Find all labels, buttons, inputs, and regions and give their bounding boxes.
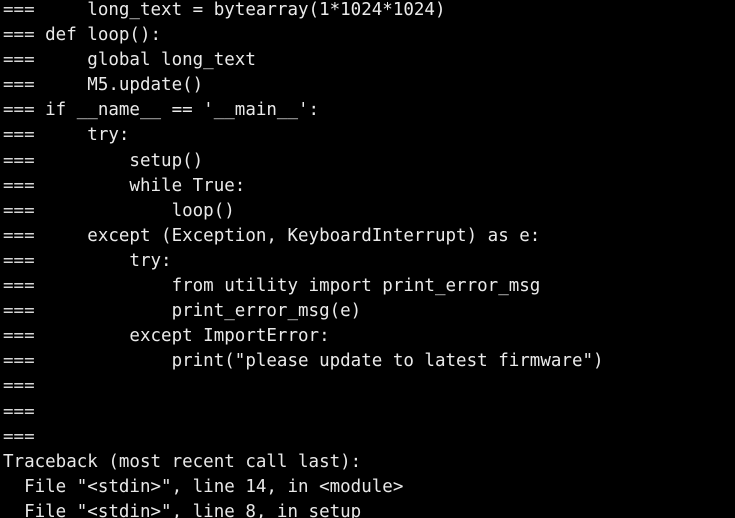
terminal-line: === def loop(): bbox=[0, 23, 735, 48]
continuation-prompt: === bbox=[3, 25, 35, 46]
echoed-source-text: if __name__ == '__main__': bbox=[34, 100, 320, 121]
terminal-line: Traceback (most recent call last): bbox=[0, 450, 735, 475]
terminal-line: File "<stdin>", line 8, in setup bbox=[0, 500, 735, 518]
terminal-line: === print("please update to latest firmw… bbox=[0, 349, 735, 374]
terminal-line: === setup() bbox=[0, 149, 735, 174]
terminal-line: === bbox=[0, 374, 735, 399]
continuation-prompt: === bbox=[3, 175, 35, 196]
terminal-line: === if __name__ == '__main__': bbox=[0, 98, 735, 123]
continuation-prompt: === bbox=[3, 351, 35, 372]
continuation-prompt: === bbox=[3, 150, 35, 171]
terminal-line: File "<stdin>", line 14, in <module> bbox=[0, 475, 735, 500]
terminal-line: === except ImportError: bbox=[0, 324, 735, 349]
terminal-line: === bbox=[0, 425, 735, 450]
terminal-line: === M5.update() bbox=[0, 73, 735, 98]
continuation-prompt: === bbox=[3, 401, 35, 422]
traceback-frame-text: File "<stdin>", line 14, in <module> bbox=[3, 476, 404, 497]
terminal-line: === try: bbox=[0, 249, 735, 274]
continuation-prompt: === bbox=[3, 50, 35, 71]
echoed-source-text: setup() bbox=[34, 150, 204, 171]
terminal-line: === try: bbox=[0, 123, 735, 148]
continuation-prompt: === bbox=[3, 200, 35, 221]
echoed-source-text: print("please update to latest firmware"… bbox=[34, 351, 604, 372]
continuation-prompt: === bbox=[3, 301, 35, 322]
terminal-line: === long_text = bytearray(1*1024*1024) bbox=[0, 0, 735, 23]
echoed-source-text: print_error_msg(e) bbox=[34, 301, 362, 322]
continuation-prompt: === bbox=[3, 276, 35, 297]
echoed-source-text: from utility import print_error_msg bbox=[34, 276, 541, 297]
echoed-source-text: loop() bbox=[34, 200, 235, 221]
continuation-prompt: === bbox=[3, 326, 35, 347]
terminal-line: === loop() bbox=[0, 199, 735, 224]
continuation-prompt: === bbox=[3, 426, 35, 447]
echoed-source-text: long_text = bytearray(1*1024*1024) bbox=[34, 0, 446, 20]
echoed-source-text: try: bbox=[34, 250, 172, 271]
echoed-source-text: def loop(): bbox=[34, 25, 162, 46]
echoed-source-text: except ImportError: bbox=[34, 326, 330, 347]
continuation-prompt: === bbox=[3, 0, 35, 20]
terminal-line: === from utility import print_error_msg bbox=[0, 274, 735, 299]
continuation-prompt: === bbox=[3, 250, 35, 271]
continuation-prompt: === bbox=[3, 125, 35, 146]
echoed-source-text: while True: bbox=[34, 175, 246, 196]
echoed-source-text: try: bbox=[34, 125, 130, 146]
continuation-prompt: === bbox=[3, 225, 35, 246]
continuation-prompt: === bbox=[3, 100, 35, 121]
terminal-line: === print_error_msg(e) bbox=[0, 299, 735, 324]
echoed-source-text: except (Exception, KeyboardInterrupt) as… bbox=[34, 225, 541, 246]
echoed-source-text: M5.update() bbox=[34, 75, 204, 96]
traceback-frame-text: File "<stdin>", line 8, in setup bbox=[3, 501, 362, 518]
terminal-line: === while True: bbox=[0, 174, 735, 199]
continuation-prompt: === bbox=[3, 75, 35, 96]
terminal-output-pane[interactable]: === long_text = bytearray(1*1024*1024) ==… bbox=[0, 0, 735, 518]
continuation-prompt: === bbox=[3, 376, 35, 397]
terminal-line: === except (Exception, KeyboardInterrupt… bbox=[0, 224, 735, 249]
traceback-header-text: Traceback (most recent call last): bbox=[3, 451, 362, 472]
terminal-line: === global long_text bbox=[0, 48, 735, 73]
echoed-source-text: global long_text bbox=[34, 50, 256, 71]
terminal-line: === bbox=[0, 400, 735, 425]
